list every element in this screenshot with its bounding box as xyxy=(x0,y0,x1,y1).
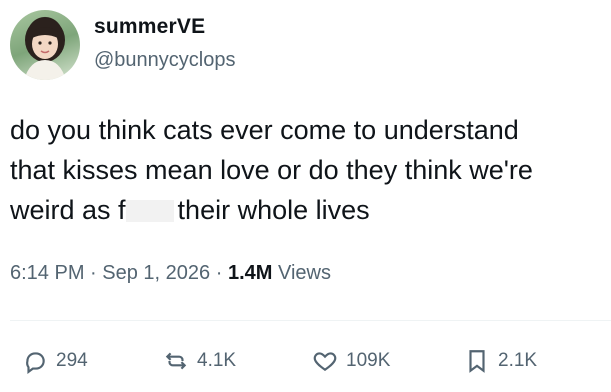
like-button[interactable]: 109K xyxy=(312,343,390,379)
reply-count: 294 xyxy=(56,350,88,371)
avatar[interactable] xyxy=(10,10,80,80)
tweet-line-end: their whole lives xyxy=(177,195,370,225)
tweet-line: weird as f their whole lives xyxy=(10,190,605,230)
action-bar: 294 4.1K 109K 2.1K xyxy=(22,343,602,379)
repost-icon xyxy=(165,352,187,370)
bookmark-icon xyxy=(469,350,485,373)
tweet-meta: 6:14 PM · Sep 1, 2026 · 1.4M Views xyxy=(10,262,331,285)
author-display-name[interactable]: summerVE xyxy=(94,15,205,39)
tweet-date[interactable]: Sep 1, 2026 xyxy=(102,262,210,284)
reply-button[interactable]: 294 xyxy=(22,343,88,379)
tweet-time[interactable]: 6:14 PM xyxy=(10,262,84,284)
tweet-line: that kisses mean love or do they think w… xyxy=(10,155,533,185)
reply-icon xyxy=(26,352,45,374)
redaction-block xyxy=(125,200,174,222)
tweet-line: do you think cats ever come to understan… xyxy=(10,115,519,145)
author-handle[interactable]: @bunnycyclops xyxy=(94,49,235,72)
repost-count: 4.1K xyxy=(197,350,237,371)
views-label: Views xyxy=(277,262,331,284)
tweet-text: do you think cats ever come to understan… xyxy=(10,110,605,230)
heart-icon xyxy=(313,352,337,371)
separator: · xyxy=(215,262,223,284)
bookmark-count: 2.1K xyxy=(498,350,538,371)
separator: · xyxy=(90,262,97,284)
bookmark-button[interactable]: 2.1K xyxy=(464,343,537,379)
views-count: 1.4M xyxy=(227,262,273,284)
like-count: 109K xyxy=(346,350,391,371)
divider xyxy=(10,320,611,321)
tweet-line-start: weird as f xyxy=(10,195,126,225)
repost-button[interactable]: 4.1K xyxy=(163,343,236,379)
